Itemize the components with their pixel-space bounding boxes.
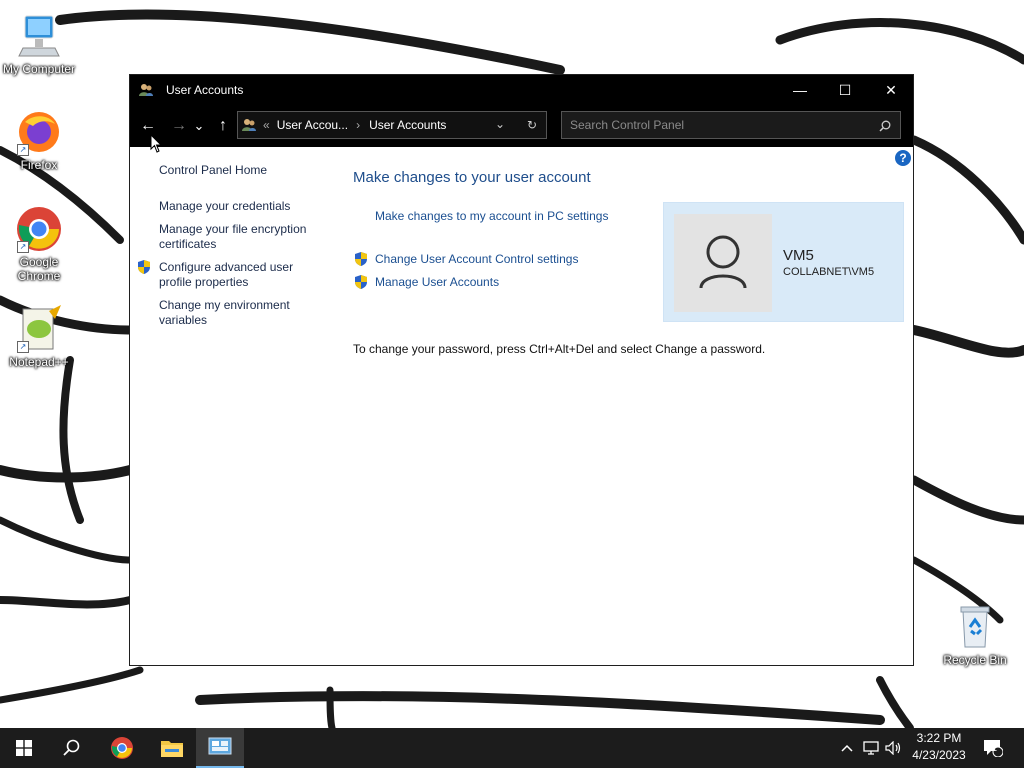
chrome-icon: ↗ (15, 205, 63, 253)
manage-user-accounts-link[interactable]: Manage User Accounts (375, 275, 499, 289)
shield-icon (355, 275, 367, 289)
address-bar[interactable]: « User Accou... › User Accounts ⌄ ↻ (237, 111, 547, 139)
shield-icon (355, 252, 367, 266)
user-avatar-icon (699, 235, 747, 289)
user-name: VM5 (783, 247, 814, 264)
shield-icon (138, 260, 150, 274)
breadcrumb-separator[interactable]: › (356, 118, 360, 132)
search-icon (879, 120, 891, 132)
user-domain: COLLABNET\VM5 (783, 266, 875, 278)
navigation-bar: ← → ⌄ ↑ « User Accou... › User Accounts … (130, 105, 913, 147)
control-panel-home-link[interactable]: Control Panel Home (159, 163, 319, 178)
start-button[interactable] (0, 728, 48, 768)
action-center-button[interactable]: 1 (978, 728, 1008, 768)
chrome-icon (111, 737, 133, 759)
content-area: ? Control Panel Home Manage your credent… (130, 147, 913, 665)
network-button[interactable] (861, 728, 881, 768)
refresh-icon[interactable]: ↻ (527, 118, 537, 132)
recycle-bin-icon (951, 603, 999, 651)
desktop-icon-notepad-plus-plus[interactable]: ↗ Notepad++ (1, 305, 77, 369)
change-environment-variables-link[interactable]: Change my environment variables (159, 298, 319, 328)
notepad-plus-plus-icon: ↗ (15, 305, 63, 353)
computer-icon (15, 12, 63, 60)
search-icon (63, 739, 80, 756)
network-icon (863, 741, 879, 755)
clock-date: 4/23/2023 (912, 748, 966, 762)
search-button[interactable] (48, 728, 96, 768)
password-note: To change your password, press Ctrl+Alt+… (353, 342, 766, 356)
title-bar[interactable]: User Accounts — ☐ ✕ (130, 75, 913, 105)
shortcut-arrow-icon: ↗ (17, 144, 29, 156)
recent-locations-button[interactable]: ⌄ (192, 115, 206, 137)
user-accounts-icon (139, 84, 153, 96)
taskbar-clock[interactable]: 3:22 PM 4/23/2023 (906, 730, 972, 764)
search-input[interactable]: Search Control Panel (561, 111, 901, 139)
desktop-icon-label: Firefox (20, 158, 58, 172)
chevron-up-icon (841, 744, 853, 752)
user-accounts-icon (242, 119, 256, 131)
forward-button[interactable]: → (168, 115, 190, 137)
avatar (674, 214, 772, 312)
desktop-icon-firefox[interactable]: ↗ Firefox (1, 108, 77, 172)
uac-settings-link[interactable]: Change User Account Control settings (375, 252, 578, 266)
desktop-icon-google-chrome[interactable]: ↗ Google Chrome (1, 205, 77, 283)
windows-logo-icon (16, 740, 32, 756)
firefox-icon: ↗ (15, 108, 63, 156)
pc-settings-link[interactable]: Make changes to my account in PC setting… (375, 209, 608, 223)
taskbar-file-explorer-button[interactable] (148, 728, 196, 768)
volume-button[interactable] (884, 728, 904, 768)
show-hidden-icons-button[interactable] (838, 728, 856, 768)
control-panel-icon (208, 737, 232, 755)
desktop-icon-label: Recycle Bin (943, 653, 1007, 667)
desktop-icon-recycle-bin[interactable]: Recycle Bin (937, 603, 1013, 667)
breadcrumb-item-user-accounts-parent[interactable]: User Accou... (277, 118, 348, 132)
maximize-button[interactable]: ☐ (822, 75, 868, 105)
minimize-button[interactable]: — (777, 75, 823, 105)
notification-count-badge: 1 (992, 743, 998, 753)
manage-file-encryption-link[interactable]: Manage your file encryption certificates (159, 222, 319, 252)
shortcut-arrow-icon: ↗ (17, 341, 29, 353)
configure-advanced-profile-link[interactable]: Configure advanced user profile properti… (159, 260, 319, 290)
help-icon[interactable]: ? (895, 150, 911, 166)
manage-credentials-link[interactable]: Manage your credentials (159, 199, 319, 214)
desktop-icon-my-computer[interactable]: My Computer (1, 12, 77, 76)
search-placeholder: Search Control Panel (570, 118, 685, 132)
desktop-icon-label: My Computer (2, 62, 76, 76)
clock-time: 3:22 PM (916, 731, 962, 745)
breadcrumb-item-user-accounts[interactable]: User Accounts (369, 118, 446, 132)
folder-icon (161, 741, 183, 757)
user-accounts-window: User Accounts — ☐ ✕ ← → ⌄ ↑ « User Accou… (129, 74, 914, 666)
mouse-cursor-icon (150, 134, 162, 153)
speaker-icon (885, 741, 901, 755)
taskbar-control-panel-button[interactable] (196, 728, 244, 768)
window-title: User Accounts (166, 83, 244, 97)
close-button[interactable]: ✕ (868, 75, 914, 105)
taskbar: 3:22 PM 4/23/2023 1 (0, 728, 1024, 768)
shortcut-arrow-icon: ↗ (17, 241, 29, 253)
up-button[interactable]: ↑ (212, 115, 234, 137)
desktop-icon-label: Notepad++ (9, 355, 69, 369)
breadcrumb-overflow[interactable]: « (263, 118, 270, 132)
address-dropdown-icon[interactable]: ⌄ (495, 117, 505, 131)
page-title: Make changes to your user account (353, 169, 591, 186)
desktop-icon-label: Google Chrome (17, 255, 61, 283)
user-card: VM5 COLLABNET\VM5 (663, 202, 904, 322)
taskbar-chrome-button[interactable] (98, 728, 146, 768)
